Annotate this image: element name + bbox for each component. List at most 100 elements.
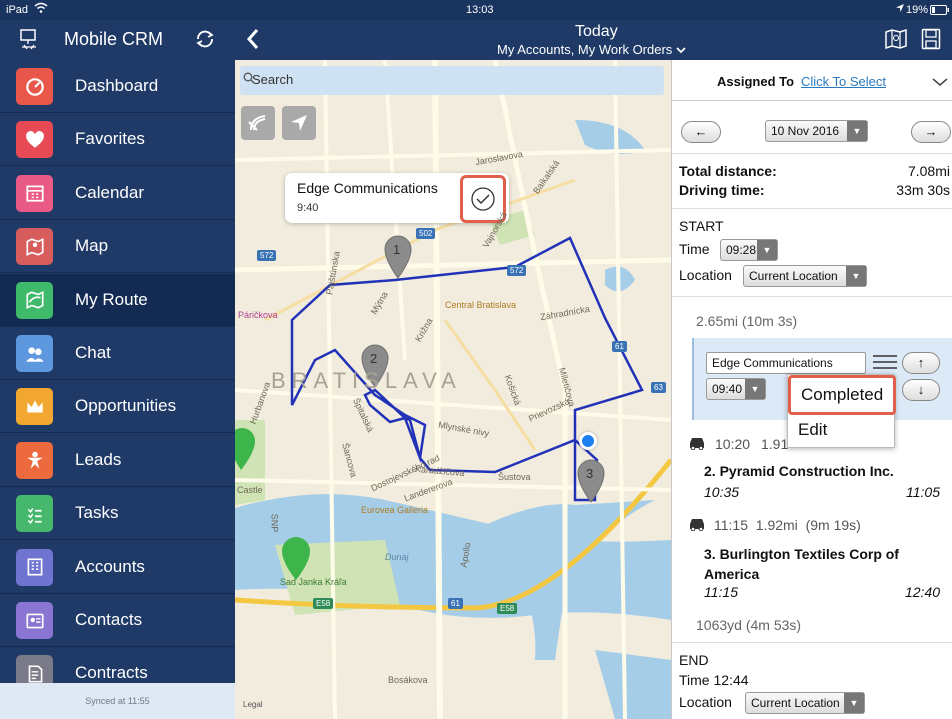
arrow-up-icon: ↑	[917, 355, 925, 370]
sidebar-item-favorites[interactable]: Favorites	[0, 113, 235, 167]
search-input[interactable]: Search	[240, 66, 664, 95]
stop-1-time-value: 09:40	[712, 382, 743, 396]
route-map[interactable]: Search Edge Communications 9:40 1 2 3 BR…	[235, 60, 671, 719]
leg-2-distance: 1.91	[761, 436, 789, 452]
poi-label: Central Bratislava	[445, 300, 517, 310]
leg-2-time: 10:20	[715, 436, 751, 452]
map-view-icon[interactable]	[884, 28, 908, 55]
end-location-value: Current Location	[751, 696, 840, 710]
next-day-button[interactable]: →	[911, 121, 951, 143]
triangle-down-icon: ▼	[844, 693, 864, 713]
date-value: 10 Nov 2016	[771, 124, 840, 138]
route-icon	[16, 281, 53, 319]
dashboard-icon	[16, 68, 53, 105]
map-icon	[16, 228, 53, 266]
search-icon	[243, 72, 255, 87]
sidebar-item-label: Accounts	[75, 556, 145, 576]
drag-handle-icon[interactable]	[872, 354, 898, 375]
arrow-left-icon: ←	[694, 124, 708, 139]
pin-label: 3	[586, 466, 594, 481]
date-select[interactable]: 10 Nov 2016 ▼	[765, 120, 868, 142]
leads-icon	[16, 441, 53, 479]
assign-link[interactable]: Click To Select	[801, 74, 886, 89]
start-label: START	[679, 218, 724, 234]
sidebar-item-calendar[interactable]: Calendar	[0, 167, 235, 220]
chevron-down-icon[interactable]	[932, 74, 948, 92]
save-icon[interactable]	[921, 28, 941, 55]
crown-icon	[16, 388, 53, 426]
end-location-select[interactable]: Current Location ▼	[745, 692, 865, 714]
river-label: Dunaj	[385, 552, 409, 562]
move-up-button[interactable]: ↑	[902, 352, 940, 374]
road-badge: 572	[507, 265, 527, 276]
road-badge: 502	[416, 228, 436, 239]
sidebar-header: Mobile CRM	[0, 20, 235, 60]
traffic-toggle-button[interactable]	[241, 106, 275, 140]
triangle-down-icon: ▼	[745, 379, 765, 399]
road-badge: E58	[497, 603, 518, 614]
location-arrow-icon	[895, 3, 905, 16]
battery-icon	[930, 5, 950, 18]
sidebar-item-opportunities[interactable]: Opportunities	[0, 380, 235, 434]
driving-time-value: 33m 30s	[896, 182, 950, 198]
stop-1-name-field[interactable]: Edge Communications	[706, 352, 866, 374]
move-down-button[interactable]: ↓	[902, 379, 940, 401]
search-placeholder: Search	[252, 72, 294, 87]
back-chevron-icon[interactable]	[245, 27, 261, 56]
menu-item-edit[interactable]: Edit	[788, 415, 896, 449]
poi-label: Eurovea Galleria	[361, 505, 429, 515]
start-location-select[interactable]: Current Location ▼	[743, 265, 867, 287]
sidebar-item-tasks[interactable]: Tasks	[0, 487, 235, 541]
sidebar-item-dashboard[interactable]: Dashboard	[0, 60, 235, 113]
start-location-value: Current Location	[749, 269, 838, 283]
end-label: END	[679, 652, 709, 668]
menu-item-completed[interactable]: Completed	[788, 375, 896, 415]
sidebar-item-label: My Route	[75, 289, 148, 309]
sidebar-item-contacts[interactable]: Contacts	[0, 594, 235, 647]
road-badge: E58	[313, 598, 334, 609]
stop-3-name[interactable]: 3. Burlington Textiles Corp of America	[704, 544, 932, 584]
pin-label: 1	[393, 242, 401, 257]
park-pin-icon	[235, 426, 257, 477]
leg-3-info: 11:15 1.92mi (9m 19s)	[714, 517, 861, 533]
city-label: BRATISLAVA	[271, 368, 462, 393]
map-pin-3[interactable]: 3	[576, 458, 606, 509]
street-label: SNP	[269, 513, 280, 533]
stop-2-name[interactable]: 2. Pyramid Construction Inc.	[704, 463, 894, 479]
car-icon	[688, 436, 706, 455]
poi-label: Castle	[237, 485, 263, 495]
prev-day-button[interactable]: ←	[681, 121, 721, 143]
sidebar-item-accounts[interactable]: Accounts	[0, 541, 235, 594]
stop-3-start: 11:15	[704, 584, 738, 600]
heart-icon	[16, 121, 53, 159]
stop-2-start: 10:35	[704, 484, 740, 500]
device-sync-icon[interactable]	[18, 28, 40, 55]
road-badge: 63	[651, 382, 666, 393]
current-location-dot	[579, 432, 597, 450]
map-pin-1[interactable]: 1	[383, 234, 413, 285]
legal-link[interactable]: Legal	[243, 700, 263, 709]
filter-dropdown[interactable]: My Accounts, My Work Orders	[497, 42, 686, 57]
road-badge: 61	[612, 341, 627, 352]
total-distance-value: 7.08mi	[907, 163, 950, 179]
map-callout[interactable]: Edge Communications 9:40	[285, 173, 509, 223]
sidebar-item-leads[interactable]: Leads	[0, 434, 235, 487]
app-title: Mobile CRM	[64, 29, 164, 49]
assigned-label: Assigned To	[717, 74, 795, 89]
start-time-select[interactable]: 09:28 ▼	[720, 239, 778, 261]
sidebar-item-label: Leads	[75, 449, 122, 469]
street-label: Bosákova	[388, 675, 428, 685]
poi-label: Sad Janka Kráľa	[280, 577, 347, 587]
sidebar-item-my-route[interactable]: My Route	[0, 273, 235, 327]
stop-3-end: 12:40	[904, 584, 940, 600]
chat-icon	[16, 335, 53, 372]
start-location-label: Location	[679, 267, 732, 283]
sidebar-item-chat[interactable]: Chat	[0, 327, 235, 380]
refresh-icon[interactable]	[194, 28, 216, 55]
arrow-down-icon: ↓	[917, 382, 925, 397]
locate-me-button[interactable]	[282, 106, 316, 140]
sidebar-item-label: Dashboard	[75, 76, 159, 95]
chevron-down-icon	[676, 47, 686, 54]
sidebar-item-map[interactable]: Map	[0, 220, 235, 274]
stop-1-time-select[interactable]: 09:40 ▼	[706, 378, 766, 400]
